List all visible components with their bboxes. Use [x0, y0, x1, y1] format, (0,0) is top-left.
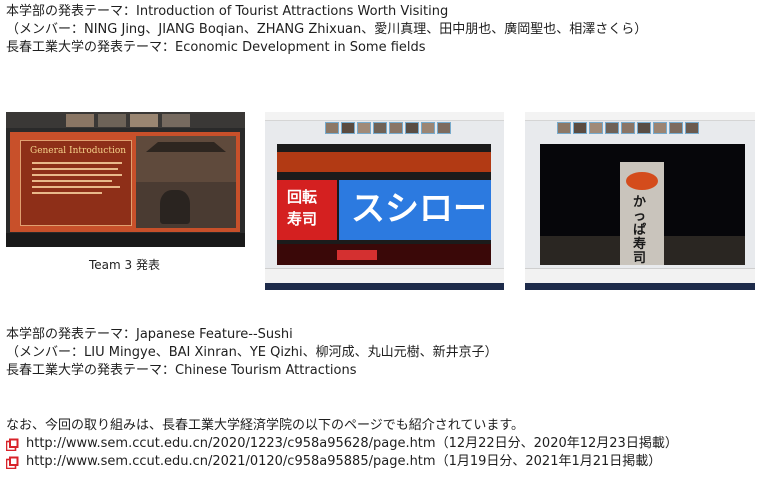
section2-members: （メンバー：LIU Mingye、BAI Xinran、YE Qizhi、柳河成…: [6, 345, 498, 360]
photo-sushiro-sign: 回転 寿司 スシロー: [265, 112, 504, 290]
section1-members: （メンバー：NING Jing、JIANG Boqian、ZHANG Zhixu…: [6, 22, 648, 37]
photo-kappa-sushi-sign: かっぱ寿司: [525, 112, 755, 290]
slide-title: General Introduction: [30, 146, 127, 156]
section1-theme: 本学部の発表テーマ：Introduction of Tourist Attrac…: [6, 4, 449, 19]
link-row-2: http://www.sem.ccut.edu.cn/2021/0120/c95…: [6, 454, 661, 470]
external-link-icon: [6, 438, 19, 451]
link-20210121[interactable]: http://www.sem.ccut.edu.cn/2021/0120/c95…: [26, 454, 436, 470]
sign-kaiten-line1: 回転: [287, 188, 318, 206]
footer-intro: なお、今回の取り組みは、長春工業大学経済学院の以下のページでも紹介されています。: [6, 418, 525, 433]
link-20201223[interactable]: http://www.sem.ccut.edu.cn/2020/1223/c95…: [26, 436, 436, 452]
sign-sushiro-text: スシロー: [351, 189, 487, 229]
link-note-20210121: （1月19日分、2021年1月21日掲載）: [435, 454, 662, 469]
sign-kaiten-line2: 寿司: [287, 210, 318, 228]
photo-caption-team3: Team 3 発表: [89, 258, 160, 272]
link-row-1: http://www.sem.ccut.edu.cn/2020/1223/c95…: [6, 436, 678, 452]
photo-team3-presentation: General Introduction: [6, 112, 245, 247]
section1-ccut-theme: 長春工業大学の発表テーマ：Economic Development in Som…: [6, 40, 426, 55]
sign-kappa-text: かっぱ寿司: [633, 195, 647, 266]
section2-ccut-theme: 長春工業大学の発表テーマ：Chinese Tourism Attractions: [6, 363, 357, 378]
link-note-20201223: （12月22日分、2020年12月23日掲載）: [435, 436, 678, 451]
section2-theme: 本学部の発表テーマ：Japanese Feature--Sushi: [6, 327, 293, 342]
external-link-icon: [6, 456, 19, 469]
